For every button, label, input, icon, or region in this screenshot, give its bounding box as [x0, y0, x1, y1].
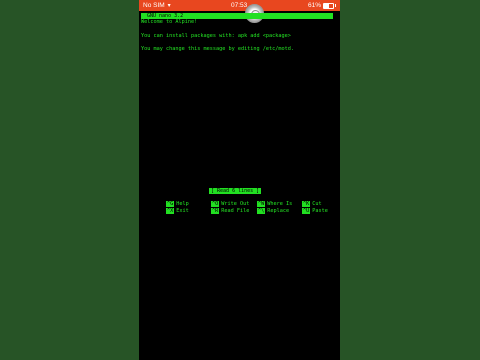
battery-tip-icon [335, 4, 336, 7]
shortcut-key: ^U [302, 208, 311, 214]
carrier-label: No SIM [143, 2, 165, 9]
shortcut-paste[interactable]: ^U Paste [277, 202, 328, 220]
motd-line: You can install packages with: apk add <… [141, 33, 291, 39]
shortcut-key: ^R [211, 208, 220, 214]
battery-icon [323, 2, 334, 9]
motd-line: Welcome to Alpine! [141, 19, 198, 25]
screen-bottom-edge [139, 356, 340, 360]
nano-status-message: [ Read 6 lines ] [209, 188, 262, 194]
terminal-window[interactable]: GNU nano 3.2 Welcome to Alpine! You can … [139, 11, 340, 360]
ios-status-bar: No SIM ▾ 07:53 61% [139, 0, 340, 11]
battery-status: 61% [308, 0, 336, 11]
shortcut-key: ^X [166, 208, 175, 214]
shortcut-exit[interactable]: ^X Exit [141, 202, 189, 220]
battery-percent: 61% [307, 2, 321, 9]
phone-screen: No SIM ▾ 07:53 61% GNU nano 3.2 Welcome t… [139, 0, 340, 360]
video-frame: No SIM ▾ 07:53 61% GNU nano 3.2 Welcome t… [0, 0, 480, 360]
motd-line: You may change this message by editing /… [141, 46, 295, 52]
shortcut-key: ^\ [257, 208, 266, 214]
shortcut-label: Paste [312, 208, 328, 214]
